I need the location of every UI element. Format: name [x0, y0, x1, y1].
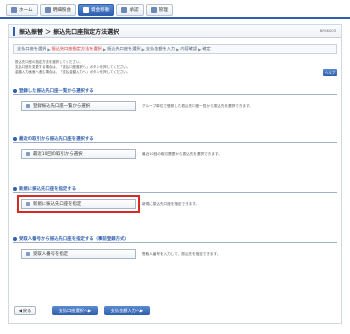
- section-registered-list: 登録した振込先口座一覧から選択する 登録振込先口座一覧から選択 グループ単位で登…: [13, 87, 337, 115]
- nav-divider: [0, 17, 350, 19]
- title-accent: [13, 27, 15, 36]
- screen-code: BFKK003: [319, 29, 336, 33]
- tab-home[interactable]: ホーム: [6, 4, 38, 16]
- step-arrow-icon: ▶: [47, 46, 51, 52]
- chevron-left-icon: ◀: [18, 308, 22, 313]
- tab-statements[interactable]: 明細照会: [39, 4, 77, 16]
- section-heading-label: 受取人番号から振込先口座を指定する（事前登録方式）: [19, 236, 129, 242]
- button-label: 支払口座選択へ: [58, 307, 89, 313]
- bullet-icon: [13, 236, 17, 241]
- section-heading-label: 最近の取引から振込先口座を選択する: [19, 136, 94, 142]
- section-heading-label: 新規に振込先口座を指定する: [19, 186, 77, 192]
- help-button[interactable]: ヘルプ: [323, 69, 337, 76]
- tab-label: ホーム: [19, 8, 33, 13]
- section-new-account: 新規に振込先口座を指定する 新規に振込先口座を指定 新規に振込先口座を指定できま…: [13, 185, 337, 213]
- select-recent-transactions-button[interactable]: 最近10回の取引から選択: [21, 149, 136, 159]
- section-heading: 最近の取引から振込先口座を選択する: [13, 135, 337, 143]
- list-icon: [26, 152, 30, 156]
- button-label: 支払金額入力へ: [110, 307, 141, 313]
- to-payment-account-button[interactable]: 支払口座選択へ ▶: [52, 306, 98, 315]
- list-icon: [26, 202, 30, 206]
- button-label: 新規に振込先口座を指定: [33, 202, 82, 207]
- step-arrow-icon: ▶: [176, 46, 180, 52]
- back-label: 戻る: [22, 307, 32, 313]
- section-recent-transactions: 最近の取引から振込先口座を選択する 最近10回の取引から選択 最近10回の取引履…: [13, 135, 337, 163]
- title-bar: 振込振替 ＞ 振込先口座指定方法選択 BFKK003: [9, 25, 341, 38]
- step-5: 内容確認: [180, 46, 198, 51]
- specify-new-account-button[interactable]: 新規に振込先口座を指定: [17, 195, 140, 213]
- tab-label: 管理: [158, 8, 168, 13]
- tab-management[interactable]: 管理: [145, 4, 173, 16]
- tab-label: 明細照会: [52, 8, 72, 13]
- tab-label: 資金移動: [91, 8, 110, 13]
- global-nav: ホーム 明細照会 資金移動 承認 管理: [6, 4, 173, 16]
- section-description: 最近10回の取引履歴から振込先を選択できます。: [142, 152, 222, 156]
- list-icon: [26, 252, 30, 256]
- section-heading: 新規に振込先口座を指定する: [13, 185, 337, 193]
- tab-fund-transfer[interactable]: 資金移動: [78, 4, 115, 16]
- check-icon: [121, 7, 128, 13]
- to-amount-input-button[interactable]: 支払金額入力へ ▶: [104, 306, 150, 315]
- step-4: 支払金額を入力: [145, 46, 176, 51]
- bullet-icon: [13, 186, 17, 191]
- select-registered-list-button[interactable]: 登録振込先口座一覧から選択: [21, 101, 136, 111]
- section-heading: 受取人番号から振込先口座を指定する（事前登録方式）: [13, 235, 337, 243]
- step-arrow-icon: ▶: [198, 46, 202, 52]
- step-3: 振込先口座を選択: [107, 46, 141, 51]
- step-1: 支払口座を選択: [17, 46, 47, 51]
- step-arrow-icon: ▶: [102, 46, 107, 52]
- tab-label: 承認: [129, 8, 139, 13]
- intro-text: 振込先口座の指定方法を選択してください。 支払口座を変更する場合は、「支払口座選…: [15, 60, 130, 75]
- button-label: 受取人番号を指定: [33, 252, 69, 257]
- step-6: 確定: [202, 46, 211, 51]
- section-description: 受取人番号を入力して、振込先を指定できます。: [142, 252, 221, 256]
- chevron-right-icon: ▶: [88, 308, 92, 313]
- step-arrow-icon: ▶: [141, 46, 145, 52]
- bullet-icon: [13, 88, 17, 93]
- section-description: グループ単位で登録した振込先口座一覧から振込先を選択できます。: [142, 104, 253, 108]
- section-description: 新規に振込先口座を指定できます。: [142, 202, 200, 206]
- button-label: 登録振込先口座一覧から選択: [33, 104, 91, 109]
- document-icon: [44, 7, 51, 13]
- section-recipient-number: 受取人番号から振込先口座を指定する（事前登録方式） 受取人番号を指定 受取人番号…: [13, 235, 337, 263]
- list-icon: [26, 104, 30, 108]
- tab-approval[interactable]: 承認: [116, 4, 144, 16]
- gear-icon: [150, 7, 157, 13]
- step-2-current: 振込先口座指定方法を選択: [51, 46, 102, 51]
- home-icon: [11, 7, 17, 13]
- bullet-icon: [13, 136, 17, 141]
- button-label: 最近10回の取引から選択: [33, 152, 83, 157]
- section-heading: 登録した振込先口座一覧から選択する: [13, 87, 337, 95]
- step-indicator: 支払口座を選択 ▶ 振込先口座指定方法を選択 ▶ 振込先口座を選択 ▶ 支払金額を入力…: [13, 44, 337, 54]
- section-heading-label: 登録した振込先口座一覧から選択する: [19, 88, 94, 94]
- main-panel: 振込振替 ＞ 振込先口座指定方法選択 BFKK003 支払口座を選択 ▶ 振込先口…: [8, 24, 342, 324]
- page-title: 振込振替 ＞ 振込先口座指定方法選択: [19, 29, 120, 36]
- intro-line: 金額入力画面へ進む場合は、「支払金額入力へ」ボタンを押してください。: [15, 70, 131, 74]
- transfer-icon: [83, 7, 90, 13]
- chevron-right-icon: ▶: [140, 308, 144, 313]
- back-button[interactable]: ◀ 戻る: [14, 306, 36, 315]
- specify-recipient-number-button[interactable]: 受取人番号を指定: [21, 249, 136, 259]
